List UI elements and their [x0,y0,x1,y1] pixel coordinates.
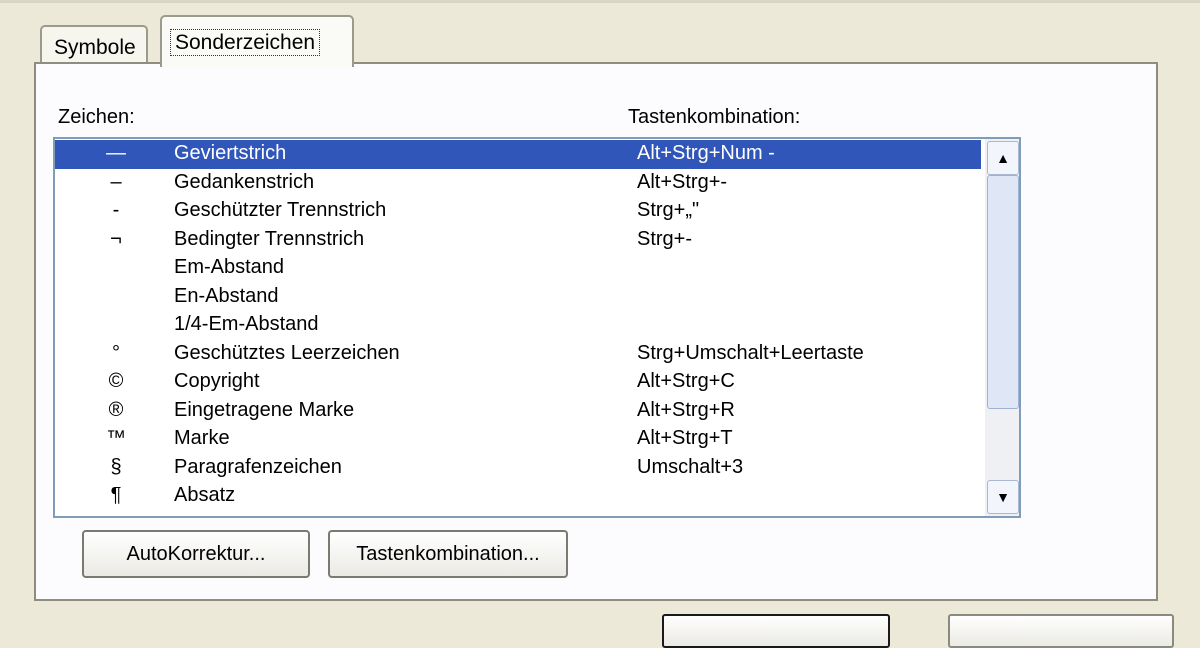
list-item[interactable]: ¶ Absatz [55,482,981,511]
list-item[interactable]: — Geviertstrich Alt+Strg+Num - [55,140,981,169]
character-symbol: © [108,370,124,392]
list-item[interactable]: - Geschützter Trennstrich Strg+„" [55,197,981,226]
character-shortcut: Strg+- [637,227,693,250]
character-name: Eingetragene Marke [174,398,355,421]
character-symbol: § [110,455,122,478]
scroll-up-arrow-icon[interactable]: ▲ [987,141,1019,175]
character-symbol: — [106,142,126,164]
character-name: Paragrafenzeichen [174,455,342,478]
character-name: Geschützter Trennstrich [174,199,387,221]
character-shortcut: Strg+„" [637,199,700,221]
vertical-scrollbar[interactable]: ▲ ▼ [985,139,1019,516]
list-item[interactable]: Em-Abstand [55,254,981,283]
character-shortcut: Alt+Strg+R [637,398,735,421]
character-name: 1/4-Em-Abstand [174,313,319,335]
character-name: Geschütztes Leerzeichen [174,341,400,364]
character-symbol: ™ [106,427,126,449]
character-shortcut: Alt+Strg+T [637,427,733,449]
character-name: Marke [174,427,230,449]
character-name: Bedingter Trennstrich [174,227,365,250]
character-symbol: ¶ [110,484,122,506]
list-item[interactable]: En-Abstand [55,283,981,312]
list-item[interactable]: © Copyright Alt+Strg+C [55,368,981,397]
list-item[interactable]: § Paragrafenzeichen Umschalt+3 [55,454,981,483]
list-item[interactable]: 1/4-Em-Abstand [55,311,981,340]
character-shortcut: Alt+Strg+Num - [637,142,775,164]
list-item[interactable]: ® Eingetragene Marke Alt+Strg+R [55,397,981,426]
character-name: Gedankenstrich [174,170,315,193]
character-name: En-Abstand [174,284,279,307]
tastenkombination-button[interactable]: Tastenkombination... [328,530,568,578]
dialog-default-button-partial[interactable] [662,614,890,648]
list-item[interactable]: ° Geschütztes Leerzeichen Strg+Umschalt+Le… [55,340,981,369]
scroll-down-arrow-icon[interactable]: ▼ [987,480,1019,514]
dialog-secondary-button-partial[interactable] [948,614,1174,648]
autokorrektur-button[interactable]: AutoKorrektur... [82,530,310,578]
special-characters-list[interactable]: — Geviertstrich Alt+Strg+Num - – Gedankenstr… [53,137,1021,518]
list-item[interactable]: ¬ Bedingter Trennstrich Strg+- [55,226,981,255]
tab-symbole[interactable]: Symbole [40,25,148,65]
character-symbol: ® [108,398,124,421]
shortcut-column-label: Tastenkombination: [628,106,801,128]
character-symbol: ¬ [110,227,122,250]
window-top-edge [0,0,1200,3]
character-shortcut: Strg+Umschalt+Leertaste [637,341,864,364]
character-name: Geviertstrich [174,142,287,164]
character-shortcut: Umschalt+3 [637,455,744,478]
character-name: Em-Abstand [174,256,285,278]
character-symbol: ° [112,341,120,364]
character-name: Absatz [174,484,236,506]
tab-sonderzeichen[interactable]: Sonderzeichen [160,15,354,67]
tab-symbole-label: Symbole [54,36,136,59]
character-name: Copyright [174,370,260,392]
scrollbar-thumb[interactable] [987,175,1019,409]
list-item[interactable]: ™ Marke Alt+Strg+T [55,425,981,454]
character-shortcut: Alt+Strg+C [637,370,735,392]
list-item[interactable]: – Gedankenstrich Alt+Strg+- [55,169,981,198]
character-symbol: - [112,199,120,221]
character-shortcut: Alt+Strg+- [637,170,728,193]
characters-column-label: Zeichen: [58,106,135,128]
tab-sonderzeichen-label: Sonderzeichen [170,29,321,56]
character-symbol: – [110,170,122,193]
